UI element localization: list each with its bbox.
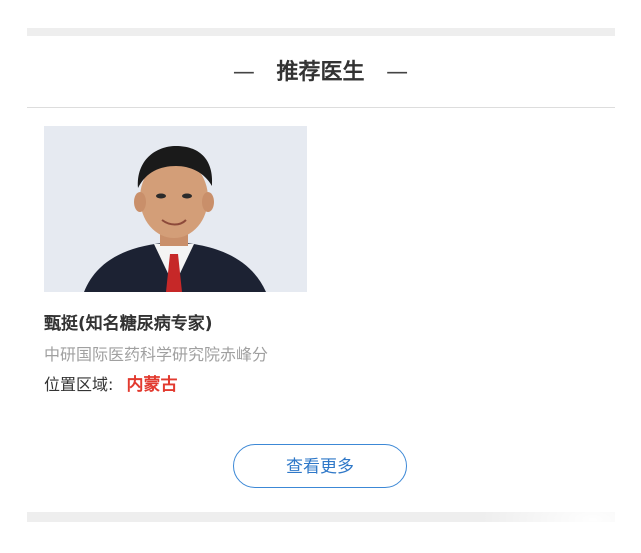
doctor-photo[interactable] (44, 126, 307, 292)
doctor-location: 位置区域: 内蒙古 (44, 370, 178, 395)
doctor-portrait-icon (44, 126, 307, 292)
bottom-fade (480, 470, 641, 553)
top-divider-band (27, 28, 615, 36)
doctor-card[interactable]: 甄挺(知名糖尿病专家) 中研国际医药科学研究院赤峰分 位置区域: 内蒙古 (44, 126, 344, 396)
section-title: 推荐医生 (276, 60, 365, 85)
view-more-button[interactable]: 查看更多 (233, 444, 407, 488)
header-divider (27, 107, 615, 108)
header-dash-right: — (386, 60, 409, 85)
location-value: 内蒙古 (126, 375, 178, 395)
doctor-name[interactable]: 甄挺(知名糖尿病专家) (44, 309, 213, 334)
doctor-hospital: 中研国际医药科学研究院赤峰分 (44, 345, 269, 364)
location-label: 位置区域: (44, 375, 114, 394)
section-header: — 推荐医生 — (0, 50, 641, 96)
header-dash-left: — (232, 60, 255, 85)
